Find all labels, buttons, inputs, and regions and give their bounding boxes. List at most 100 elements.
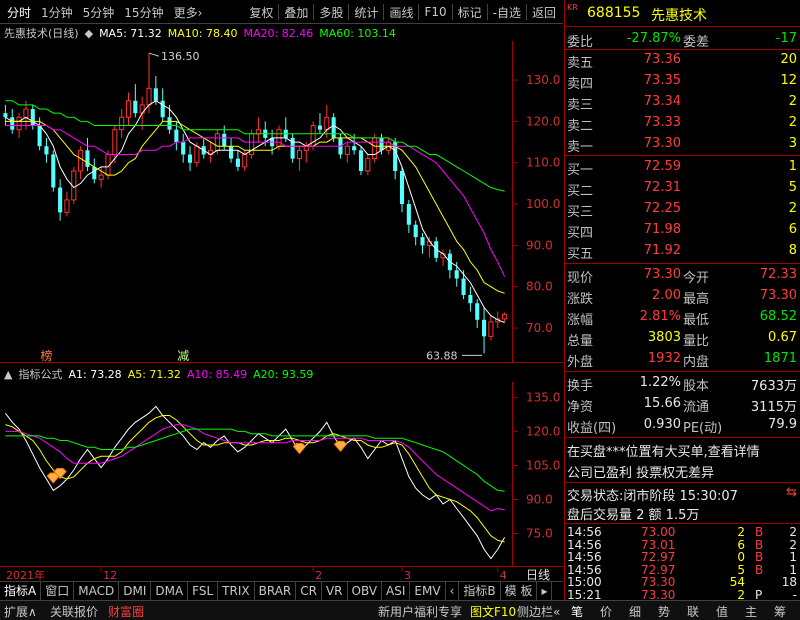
y-tick-label: 120.0 xyxy=(526,114,560,128)
indicator-tab[interactable]: EMV xyxy=(410,581,446,601)
tool-button[interactable]: F10 xyxy=(419,5,451,19)
ask-volume: 12 xyxy=(780,73,797,88)
ask-level-label: 卖二 xyxy=(567,119,594,134)
indicator-tab[interactable]: 模 板 xyxy=(501,581,538,601)
y-tick-label: 105.0 xyxy=(526,458,560,472)
candle-body xyxy=(3,113,8,118)
status-link[interactable]: 财富圈 xyxy=(108,603,144,620)
stat-label: 股本 xyxy=(683,379,710,394)
side-tab[interactable]: 值 xyxy=(716,603,728,620)
ask-price: 73.35 xyxy=(643,73,681,88)
candle-body xyxy=(64,199,70,213)
indicator-tab[interactable]: 窗口 xyxy=(41,581,75,601)
indicator-tab[interactable]: TRIX xyxy=(218,581,255,601)
candle-body xyxy=(454,270,459,279)
tool-button[interactable]: 画线 xyxy=(384,4,418,21)
ask-level-label: 卖四 xyxy=(567,77,594,92)
quote-value: 73.30 xyxy=(643,267,681,282)
quote-row: 涨幅 2.81% 最低 68.52 xyxy=(565,307,800,328)
status-link[interactable]: 新用户福利专享 xyxy=(378,603,462,620)
tool-button[interactable]: 叠加 xyxy=(279,4,313,21)
bid-row: 买二 72.31 5 xyxy=(565,178,800,199)
indicator-tab[interactable]: 指标B xyxy=(459,581,501,601)
x-tick-label: 3 xyxy=(404,569,411,581)
quote-label: 量比 xyxy=(683,334,710,349)
candlestick-chart[interactable]: 70.0 80.0 90.0 100.0 110.0 120.0 130.0 136.50 63… xyxy=(0,41,563,363)
candle-body xyxy=(331,117,336,138)
quote-label: 涨跌 xyxy=(567,292,594,307)
period-button[interactable]: 15分钟 xyxy=(119,4,168,21)
stat-label: 流通 xyxy=(683,400,710,415)
candle-body xyxy=(58,187,63,213)
indicator-chart[interactable]: 75.0 90.0 105.0 120.0 135.0 xyxy=(0,382,563,567)
side-tab[interactable]: 势 xyxy=(658,603,670,620)
side-tab[interactable]: 联 xyxy=(687,603,699,620)
indicator-tab[interactable]: DMI xyxy=(119,581,152,601)
bid-price: 72.31 xyxy=(643,180,681,195)
bid-row: 买一 72.59 1 xyxy=(565,157,800,178)
indicator-tab[interactable]: DMA xyxy=(151,581,189,601)
ma-legend-item: MA60: 103.14 xyxy=(319,26,396,40)
indicator-tab[interactable]: VR xyxy=(322,581,348,601)
candle-body xyxy=(303,145,309,151)
side-tab[interactable]: 笔 xyxy=(571,603,583,620)
indicator-tab[interactable]: ASI xyxy=(382,581,411,601)
candle-body xyxy=(475,303,480,320)
indicator-tab[interactable]: OBV xyxy=(348,581,383,601)
tool-button[interactable]: 返回 xyxy=(527,4,561,21)
big-order-notice[interactable]: 在买盘***位置有大买单,查看详情 xyxy=(567,441,760,460)
y-tick-label: 135.0 xyxy=(526,390,560,404)
triangle-icon[interactable]: ▲ xyxy=(4,368,12,381)
side-tab[interactable]: 价 xyxy=(600,603,612,620)
side-tab[interactable]: 筹 xyxy=(774,603,786,620)
indicator-tab[interactable]: 指标A xyxy=(0,581,42,601)
period-button[interactable]: 1分钟 xyxy=(36,4,78,21)
candle-body xyxy=(502,313,508,320)
quote-value: 2.00 xyxy=(652,288,681,303)
tick-row: 14:56 73.01 6 B 2 xyxy=(565,538,800,552)
side-tab[interactable]: 主 xyxy=(745,603,757,620)
ask-price: 73.33 xyxy=(643,115,681,130)
panel-divider xyxy=(565,155,800,156)
indicator-tab[interactable]: ‹ xyxy=(446,581,460,601)
ask-row: 卖四 73.35 12 xyxy=(565,71,800,92)
indicator-tab[interactable]: MACD xyxy=(74,581,120,601)
dropdown-icon[interactable]: ◆ xyxy=(85,27,93,40)
status-link[interactable]: 侧边栏« xyxy=(517,603,560,620)
status-link[interactable]: 关联报价 xyxy=(50,603,98,620)
bid-price: 71.92 xyxy=(643,243,681,258)
tool-button[interactable]: -自选 xyxy=(488,4,526,21)
tool-button[interactable]: 复权 xyxy=(244,4,278,21)
bid-volume: 5 xyxy=(788,180,797,195)
status-link[interactable]: 图文F10 xyxy=(470,603,516,620)
candle-body xyxy=(153,88,158,101)
indicator-tab[interactable]: CR xyxy=(296,581,322,601)
y-tick-label: 130.0 xyxy=(526,73,560,87)
ask-volume: 3 xyxy=(788,136,797,151)
period-button[interactable]: 分时 xyxy=(2,4,36,21)
tool-button[interactable]: 标记 xyxy=(453,4,487,21)
panel-divider xyxy=(565,371,800,372)
indicator-tab[interactable]: ▸ xyxy=(537,581,553,601)
quote-label: 现价 xyxy=(567,271,594,286)
tool-button[interactable]: 多股 xyxy=(314,4,348,21)
side-tab[interactable]: 细 xyxy=(629,603,641,620)
candle-body xyxy=(399,171,405,205)
indicator-tab[interactable]: FSL xyxy=(188,581,219,601)
bid-level-label: 买二 xyxy=(567,184,594,199)
x-tick-label: 12 xyxy=(103,569,117,581)
tick-row: 14:56 72.97 0 B 1 xyxy=(565,550,800,564)
tool-toolbar: 复权 叠加 多股 统计 画线 F10 标记 -自选 返回 xyxy=(244,0,561,24)
indicator-tab[interactable]: BRAR xyxy=(255,581,297,601)
indicator-legend-item: A5: 71.32 xyxy=(127,367,181,381)
candle-body xyxy=(365,158,371,172)
swap-icon[interactable]: ⇆ xyxy=(786,485,797,500)
period-button[interactable]: 更多› xyxy=(169,4,208,21)
notice-row: 在买盘***位置有大买单,查看详情 xyxy=(565,439,800,460)
period-button[interactable]: 5分钟 xyxy=(78,4,120,21)
event-marker-rank: 榜 xyxy=(40,348,52,363)
status-link[interactable]: 扩展∧ xyxy=(4,603,37,620)
candle-body xyxy=(406,204,411,225)
tool-button[interactable]: 统计 xyxy=(349,4,383,21)
quote-label: 今开 xyxy=(683,271,710,286)
